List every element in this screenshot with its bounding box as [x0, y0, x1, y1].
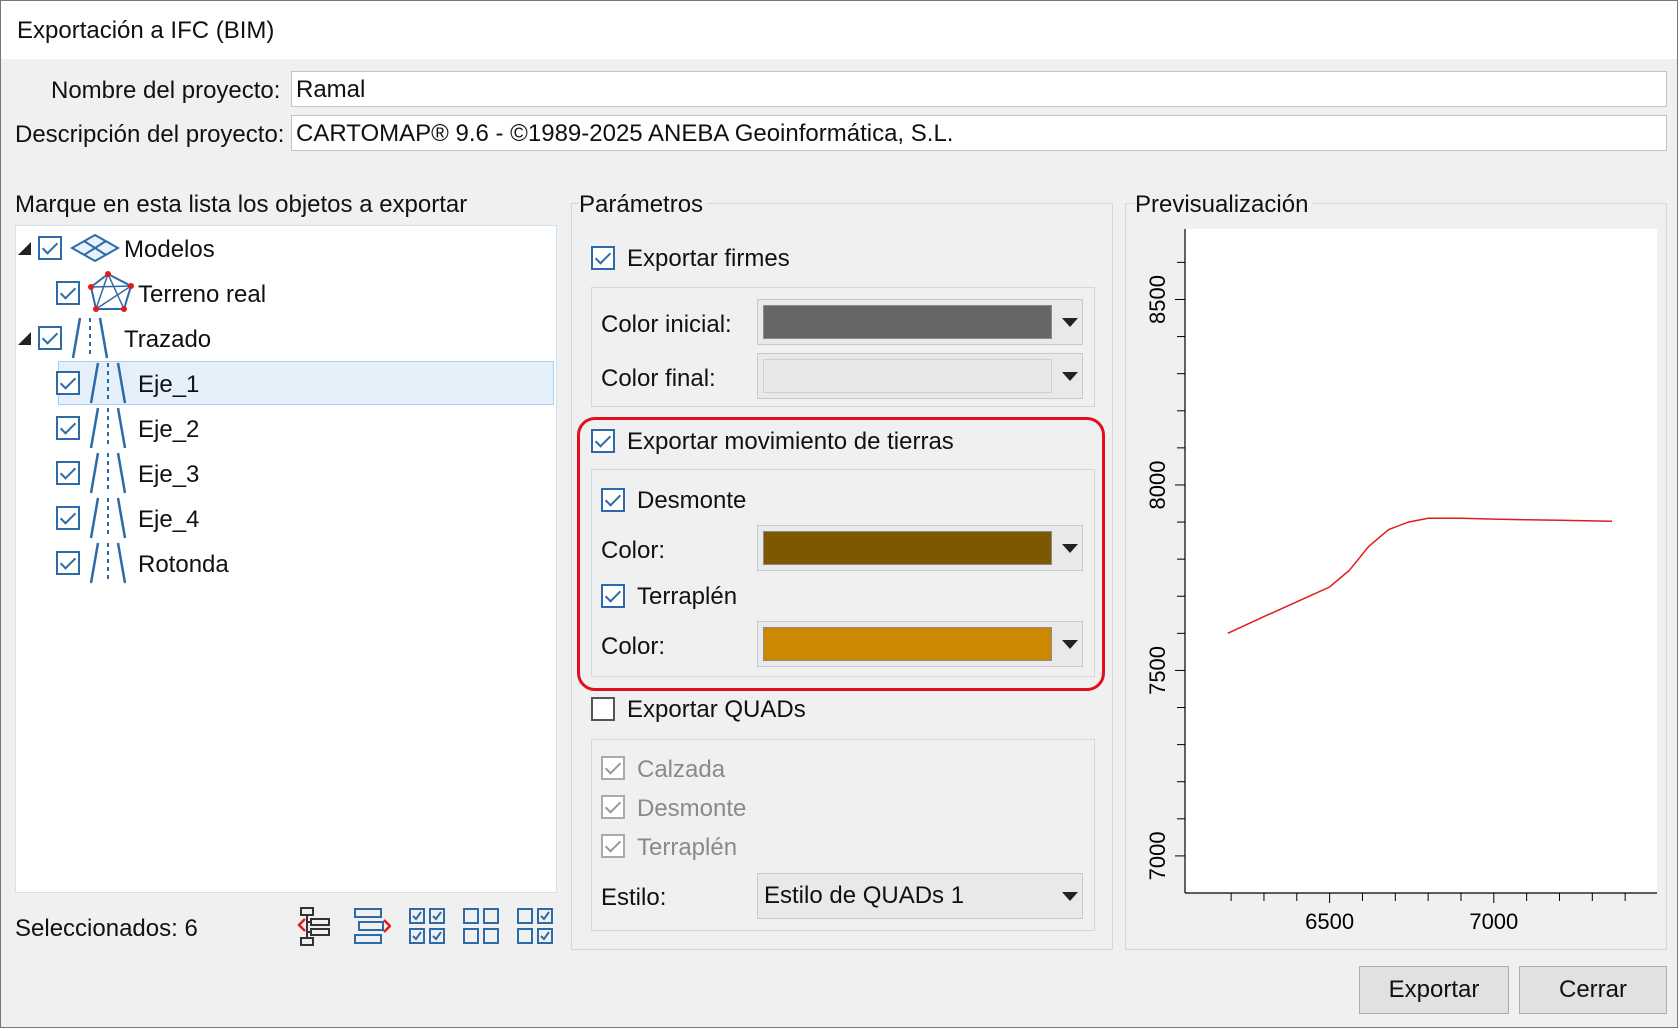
tree-item-label: Modelos: [124, 236, 215, 263]
tree-item-eje-1[interactable]: [58, 361, 554, 405]
tree-item-label: Eje_2: [138, 416, 200, 443]
title-bar: Exportación a IFC (BIM): [1, 1, 1677, 59]
tree-item-label: Eje_1: [138, 371, 200, 398]
highlight-box: [577, 417, 1105, 691]
quads-style-value: Estilo de QUADs 1: [764, 882, 965, 909]
final-color-combo[interactable]: [757, 353, 1083, 399]
chevron-down-icon: [1062, 892, 1078, 901]
final-color-label: Color final:: [601, 365, 716, 392]
initial-color-label: Color inicial:: [601, 311, 732, 338]
road-icon: [88, 406, 128, 455]
tree-item-label: Eje_4: [138, 506, 200, 533]
export-pavements-checkbox[interactable]: [591, 246, 615, 270]
chevron-down-icon: [1062, 372, 1078, 381]
parameters-title: Parámetros: [579, 191, 708, 219]
tree-item-checkbox[interactable]: [56, 506, 80, 530]
initial-color-combo[interactable]: [757, 299, 1083, 345]
tree-item-checkbox[interactable]: [56, 416, 80, 440]
tree-item-checkbox[interactable]: [56, 281, 80, 305]
uncheck-all-icon[interactable]: [461, 906, 501, 946]
preview-chart: [1227, 517, 1613, 634]
export-button[interactable]: Exportar: [1359, 966, 1509, 1014]
tree-item-checkbox[interactable]: [56, 461, 80, 485]
tree-item-checkbox[interactable]: [38, 236, 62, 260]
collapse-all-icon[interactable]: [351, 906, 392, 946]
quads-style-combo[interactable]: Estilo de QUADs 1: [757, 873, 1083, 919]
tree-item-label: Terreno real: [138, 281, 267, 308]
export-quads-label: Exportar QUADs: [627, 696, 806, 723]
road-icon: [88, 451, 128, 500]
tree-item-label: Rotonda: [138, 551, 229, 578]
chevron-down-icon: [1062, 318, 1078, 327]
invert-check-icon[interactable]: [515, 906, 555, 946]
project-description-label: Descripción del proyecto:: [15, 121, 285, 148]
road-icon: [88, 496, 128, 545]
export-pavements-label: Exportar firmes: [627, 245, 790, 272]
expander-icon[interactable]: [18, 242, 31, 255]
series-line-0: [1227, 517, 1613, 634]
project-description-input[interactable]: CARTOMAP® 9.6 - ©1989-2025 ANEBA Geoinfo…: [291, 115, 1667, 151]
style-label: Estilo:: [601, 884, 667, 911]
quads-calzada-checkbox[interactable]: [601, 756, 625, 780]
export-quads-checkbox[interactable]: [591, 697, 615, 721]
terrain-icon: [88, 271, 134, 320]
preview-canvas: [1185, 229, 1657, 893]
quads-terraplen-checkbox[interactable]: [601, 834, 625, 858]
expander-icon[interactable]: [18, 332, 31, 345]
preview-title: Previsualización: [1135, 191, 1313, 219]
tree-item-label: Eje_3: [138, 461, 200, 488]
quads-desmonte-label: Desmonte: [637, 795, 747, 822]
export-ifc-dialog: Exportación a IFC (BIM) Nombre del proye…: [0, 0, 1678, 1028]
expand-all-icon[interactable]: [297, 906, 337, 946]
road-icon: [70, 316, 110, 365]
road-icon: [88, 541, 128, 590]
final-color-swatch: [763, 359, 1052, 393]
quads-calzada-label: Calzada: [637, 756, 726, 783]
quads-desmonte-checkbox[interactable]: [601, 795, 625, 819]
tree-title: Marque en esta lista los objetos a expor…: [15, 191, 468, 218]
tree-item-checkbox[interactable]: [56, 551, 80, 575]
tree-item-checkbox[interactable]: [56, 371, 80, 395]
initial-color-swatch: [763, 305, 1052, 339]
window-title: Exportación a IFC (BIM): [17, 17, 275, 44]
models-icon: [69, 233, 121, 268]
tree-item-checkbox[interactable]: [38, 326, 62, 350]
project-name-label: Nombre del proyecto:: [51, 77, 281, 104]
road-icon: [88, 361, 128, 410]
project-name-input[interactable]: Ramal: [291, 71, 1667, 107]
check-all-icon[interactable]: [407, 906, 447, 946]
objects-tree[interactable]: Modelos Terreno real Trazado Eje_1 Eje_2 Eje_…: [15, 225, 557, 893]
close-button[interactable]: Cerrar: [1519, 966, 1667, 1014]
quads-terraplen-label: Terraplén: [637, 834, 738, 861]
selected-count: Seleccionados: 6: [15, 915, 198, 942]
tree-item-label: Trazado: [124, 326, 212, 353]
